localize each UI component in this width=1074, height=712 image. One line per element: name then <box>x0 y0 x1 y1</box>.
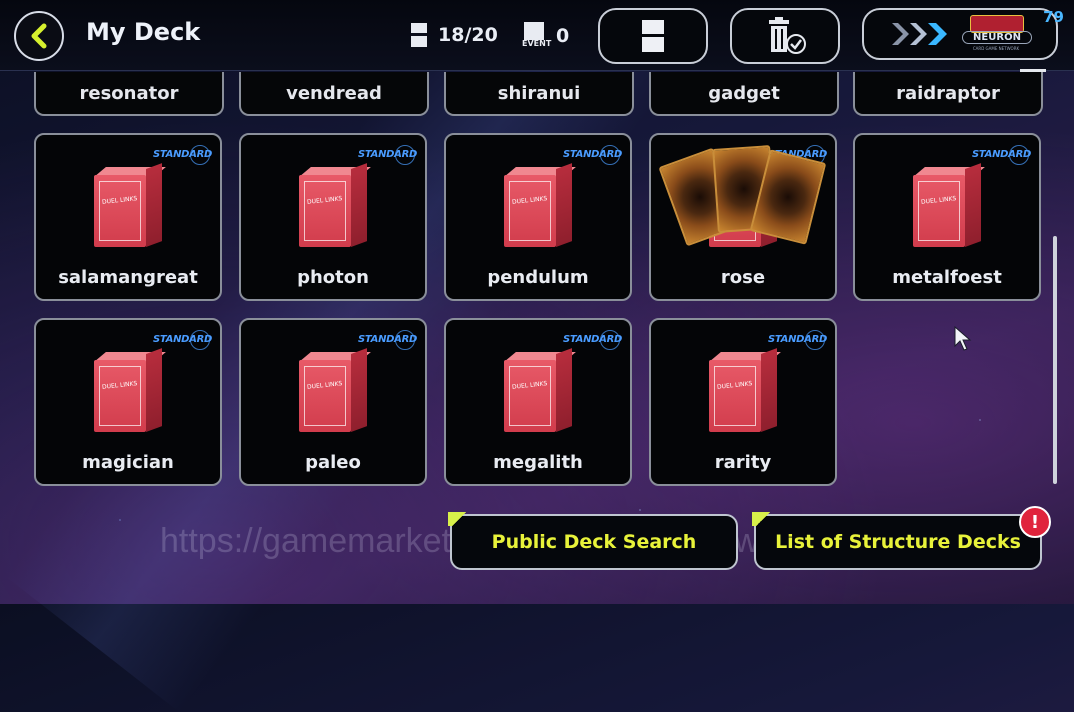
deck-label: gadget <box>708 82 780 104</box>
deck-tile-resonator[interactable]: resonator <box>34 72 224 116</box>
standard-badge: STANDARD <box>358 145 417 165</box>
deck-box-icon <box>913 163 985 249</box>
deck-label: rarity <box>714 452 772 473</box>
deck-count-text: 18/20 <box>438 24 498 46</box>
neuron-logo-subtitle: CARD GAME NETWORK <box>972 46 1020 51</box>
deck-label: magician <box>82 452 174 473</box>
deck-label: photon <box>297 267 369 288</box>
structure-decks-label: List of Structure Decks <box>775 531 1021 553</box>
deck-label: rose <box>720 267 766 288</box>
page-title: My Deck <box>86 18 201 46</box>
deck-box-icon <box>504 163 576 249</box>
standard-badge: STANDARD <box>153 330 212 350</box>
deck-tile-paleo[interactable]: STANDARD paleo <box>239 318 427 486</box>
deck-tile-metalfoest[interactable]: STANDARD metalfoest <box>853 133 1041 301</box>
mouse-cursor-icon <box>954 326 972 351</box>
chevron-left-icon <box>31 23 47 49</box>
deck-label: raidraptor <box>896 82 1000 104</box>
deck-label: resonator <box>79 82 179 104</box>
standard-badge: STANDARD <box>563 145 622 165</box>
deck-label: metalfoest <box>892 267 1002 288</box>
standard-badge: STANDARD <box>972 145 1031 165</box>
deck-label: pendulum <box>487 267 589 288</box>
header-bar: My Deck 18/20 EVENT 0 NEURON CARD GAME N… <box>0 0 1074 71</box>
card-backs-icon <box>658 143 827 253</box>
deck-box-icon <box>709 348 781 434</box>
deck-tile-pendulum[interactable]: STANDARD pendulum <box>444 133 632 301</box>
standard-badge: STANDARD <box>768 330 827 350</box>
deck-box-icon <box>411 23 427 47</box>
deck-tile-magician[interactable]: STANDARD magician <box>34 318 222 486</box>
deck-tile-megalith[interactable]: STANDARD megalith <box>444 318 632 486</box>
deck-box-icon <box>504 348 576 434</box>
delete-decks-button[interactable] <box>730 8 840 64</box>
deck-tile-rarity[interactable]: STANDARD rarity <box>649 318 837 486</box>
deck-label: megalith <box>493 452 583 473</box>
standard-badge: STANDARD <box>153 145 212 165</box>
deck-box-icon <box>94 348 166 434</box>
trash-check-icon <box>769 17 806 54</box>
structure-decks-button[interactable]: List of Structure Decks <box>752 512 1042 570</box>
alert-icon: ! <box>1019 506 1051 538</box>
deck-tile-photon[interactable]: STANDARD photon <box>239 133 427 301</box>
deck-tile-vendread[interactable]: vendread <box>239 72 429 116</box>
deck-label: salamangreat <box>58 267 198 288</box>
deck-label: shiranui <box>497 82 581 104</box>
event-label: EVENT <box>522 39 552 48</box>
deck-tile-salamangreat[interactable]: STANDARD salamangreat <box>34 133 222 301</box>
deck-label: vendread <box>286 82 382 104</box>
scrollbar[interactable] <box>1053 236 1057 484</box>
deck-label: paleo <box>305 452 361 473</box>
deck-tile-gadget[interactable]: gadget <box>649 72 839 116</box>
standard-badge: STANDARD <box>358 330 417 350</box>
deck-tile-raidraptor[interactable]: raidraptor <box>853 72 1043 116</box>
deck-box-icon <box>94 163 166 249</box>
button-accent-icon <box>752 512 774 526</box>
neuron-logo: NEURON CARD GAME NETWORK <box>962 15 1032 53</box>
event-count-text: 0 <box>556 25 570 47</box>
event-deck-count: EVENT 0 <box>522 22 569 50</box>
public-deck-search-button[interactable]: Public Deck Search <box>448 512 738 570</box>
deck-box-icon <box>642 20 664 52</box>
deck-tile-rose[interactable]: STANDARD rose <box>649 133 837 301</box>
event-deck-icon: EVENT <box>522 22 551 50</box>
neuron-link-button[interactable]: NEURON CARD GAME NETWORK <box>862 8 1058 60</box>
new-deck-button[interactable] <box>598 8 708 64</box>
neuron-logo-title: NEURON <box>962 31 1032 44</box>
triple-chevron-icon <box>892 23 947 45</box>
standard-badge: STANDARD <box>563 330 622 350</box>
public-deck-search-label: Public Deck Search <box>491 531 697 553</box>
deck-tile-shiranui[interactable]: shiranui <box>444 72 634 116</box>
deck-box-icon <box>299 163 371 249</box>
deck-box-icon <box>299 348 371 434</box>
back-button[interactable] <box>14 11 64 61</box>
corner-number: 79 <box>1043 8 1064 26</box>
button-accent-icon <box>448 512 470 526</box>
deck-count: 18/20 <box>410 22 498 48</box>
